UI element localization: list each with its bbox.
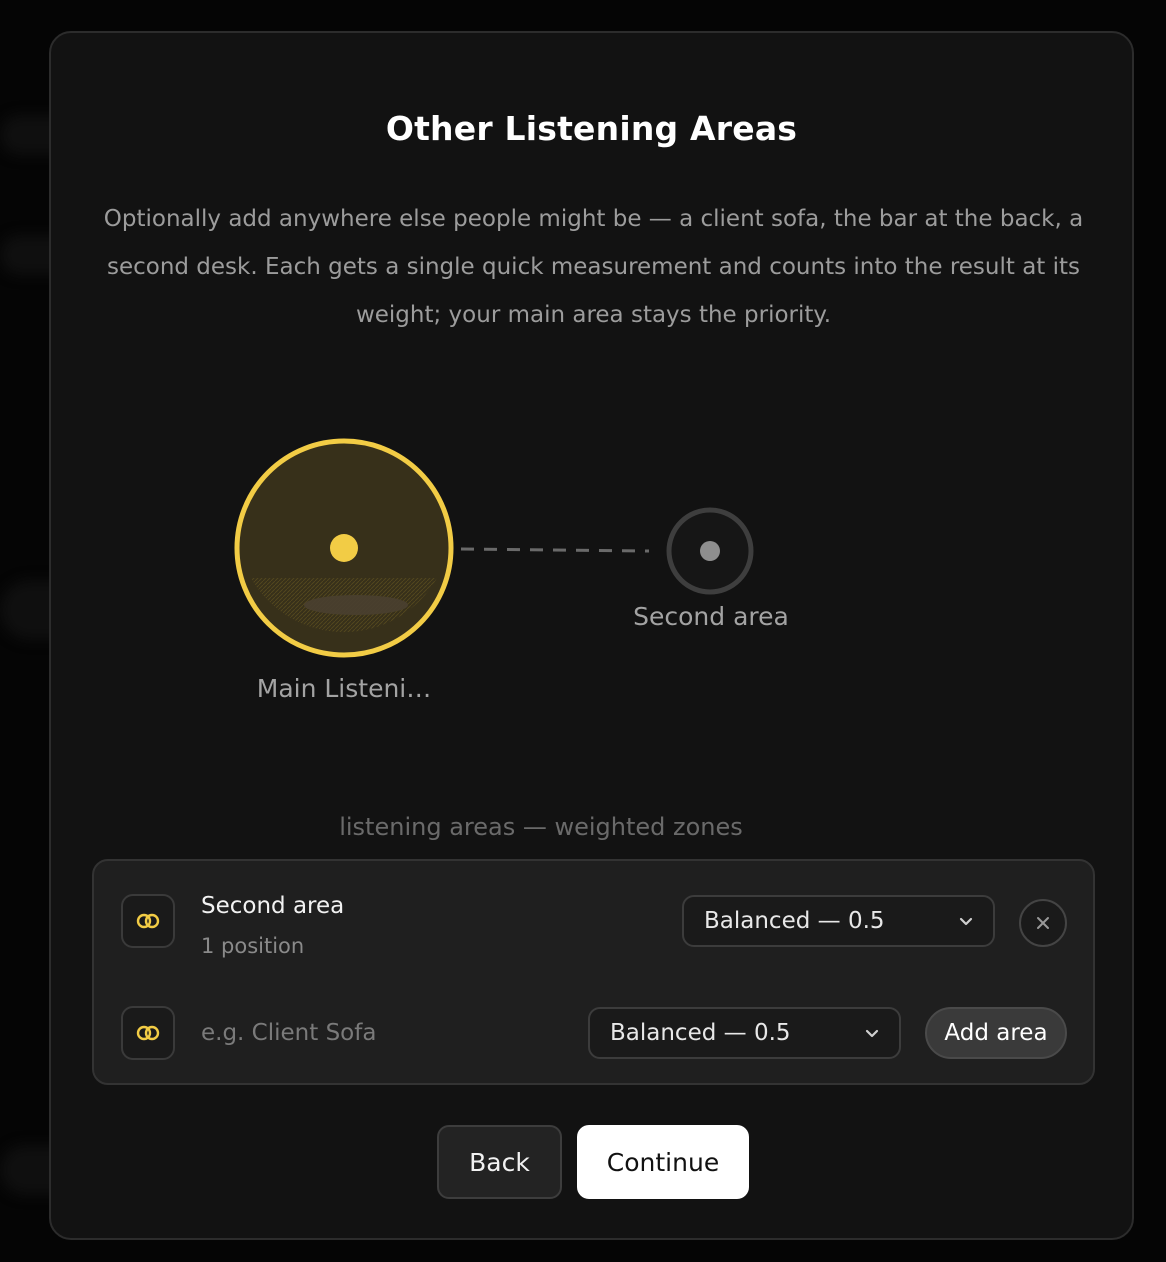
- close-icon: [1037, 917, 1049, 929]
- ear-icon: [121, 1006, 175, 1060]
- area-name: Second area: [201, 893, 345, 919]
- main-area-shadow: [304, 595, 408, 615]
- listening-areas-dialog: Other Listening Areas Optionally add any…: [49, 31, 1134, 1240]
- diagram-caption: listening areas — weighted zones: [339, 813, 743, 841]
- new-area-name-input[interactable]: [201, 1016, 561, 1050]
- chevron-down-icon: [865, 1029, 879, 1038]
- back-button[interactable]: Back: [437, 1125, 562, 1199]
- area-weight-value: Balanced — 0.5: [704, 908, 885, 934]
- chevron-down-icon: [959, 917, 973, 926]
- area-positions: 1 position: [201, 934, 305, 958]
- add-area-button[interactable]: Add area: [925, 1007, 1067, 1059]
- second-area-dot: [700, 541, 720, 561]
- ear-icon: [121, 894, 175, 948]
- areas-panel: Second area 1 position Balanced — 0.5 Ba…: [92, 859, 1095, 1085]
- new-area-weight-select[interactable]: Balanced — 0.5: [588, 1007, 901, 1059]
- remove-area-button[interactable]: [1019, 899, 1067, 947]
- listening-areas-diagram: [234, 438, 754, 658]
- area-weight-select[interactable]: Balanced — 0.5: [682, 895, 995, 947]
- continue-button[interactable]: Continue: [577, 1125, 749, 1199]
- connector-line: [460, 547, 650, 553]
- main-area-label: Main Listeni…: [256, 674, 432, 703]
- second-area-label: Second area: [633, 602, 789, 631]
- main-area-dot: [330, 534, 358, 562]
- new-area-weight-value: Balanced — 0.5: [610, 1020, 791, 1046]
